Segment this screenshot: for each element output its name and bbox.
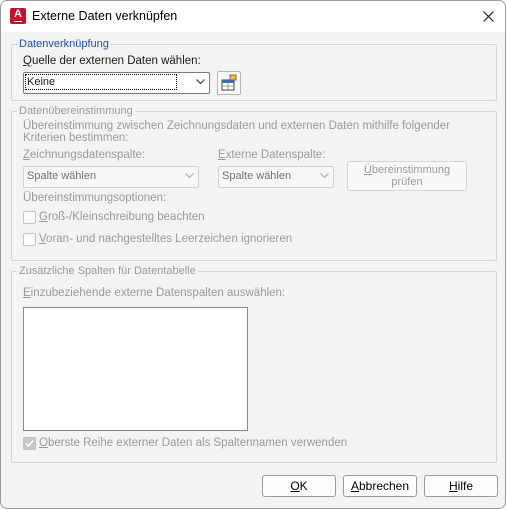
- check-match-button-line2: prüfen: [391, 176, 423, 188]
- source-select[interactable]: Keine: [23, 72, 210, 94]
- title-bar: A Externe Daten verknüpfen: [1, 1, 505, 32]
- dialog-window: A Externe Daten verknüpfen Datenverknüpf…: [0, 0, 506, 509]
- external-column-value: Spalte wählen: [222, 170, 292, 182]
- external-column-select[interactable]: Spalte wählen: [218, 166, 334, 188]
- database-connect-icon: [221, 74, 237, 91]
- trim-spaces-checkbox[interactable]: [23, 233, 36, 246]
- drawing-column-select[interactable]: Spalte wählen: [23, 166, 199, 188]
- select-columns-label: Einzubeziehende externe Datenspalten aus…: [23, 287, 286, 299]
- drawing-column-label: Zeichnungsdatenspalte:: [23, 149, 146, 161]
- match-options-label: Übereinstimmungsoptionen:: [23, 192, 167, 204]
- close-button[interactable]: [471, 1, 505, 32]
- first-row-headers-checkbox[interactable]: [23, 437, 36, 450]
- match-description-line2: Kriterien bestimmen:: [23, 132, 129, 144]
- first-row-headers-label: Oberste Reihe externer Daten als Spalten…: [39, 437, 348, 449]
- external-column-label: Externe Datenspalte:: [218, 149, 326, 161]
- close-icon: [483, 11, 494, 22]
- source-label: Quelle der externen Daten wählen:: [23, 55, 201, 67]
- legend-datenverknuepfung: Datenverknüpfung: [17, 38, 111, 50]
- case-sensitive-label: Groß-/Kleinschreibung beachten: [39, 211, 205, 223]
- checkmark-icon: [25, 440, 34, 448]
- database-connection-button[interactable]: [217, 71, 241, 95]
- cancel-button[interactable]: Abbrechen: [343, 475, 417, 497]
- source-select-value: Keine: [24, 74, 178, 90]
- ok-button[interactable]: OK: [262, 475, 336, 497]
- autocad-app-icon: A: [10, 8, 26, 24]
- chevron-down-icon: [185, 173, 194, 179]
- chevron-down-icon: [320, 173, 329, 179]
- help-button[interactable]: Hilfe: [424, 475, 498, 497]
- legend-datenuebereinstimmung: Datenübereinstimmung: [17, 105, 135, 117]
- drawing-column-value: Spalte wählen: [27, 170, 97, 182]
- case-sensitive-checkbox[interactable]: [23, 211, 36, 224]
- check-match-button[interactable]: Übereinstimmung prüfen: [347, 161, 467, 191]
- window-title: Externe Daten verknüpfen: [32, 9, 178, 23]
- legend-zusatzspalten: Zusätzliche Spalten für Datentabelle: [17, 265, 198, 277]
- app-icon-letter: A: [14, 8, 22, 20]
- external-columns-listbox[interactable]: [23, 307, 248, 431]
- trim-spaces-label: Voran- und nachgestelltes Leerzeichen ig…: [39, 233, 293, 245]
- chevron-down-icon: [196, 79, 205, 85]
